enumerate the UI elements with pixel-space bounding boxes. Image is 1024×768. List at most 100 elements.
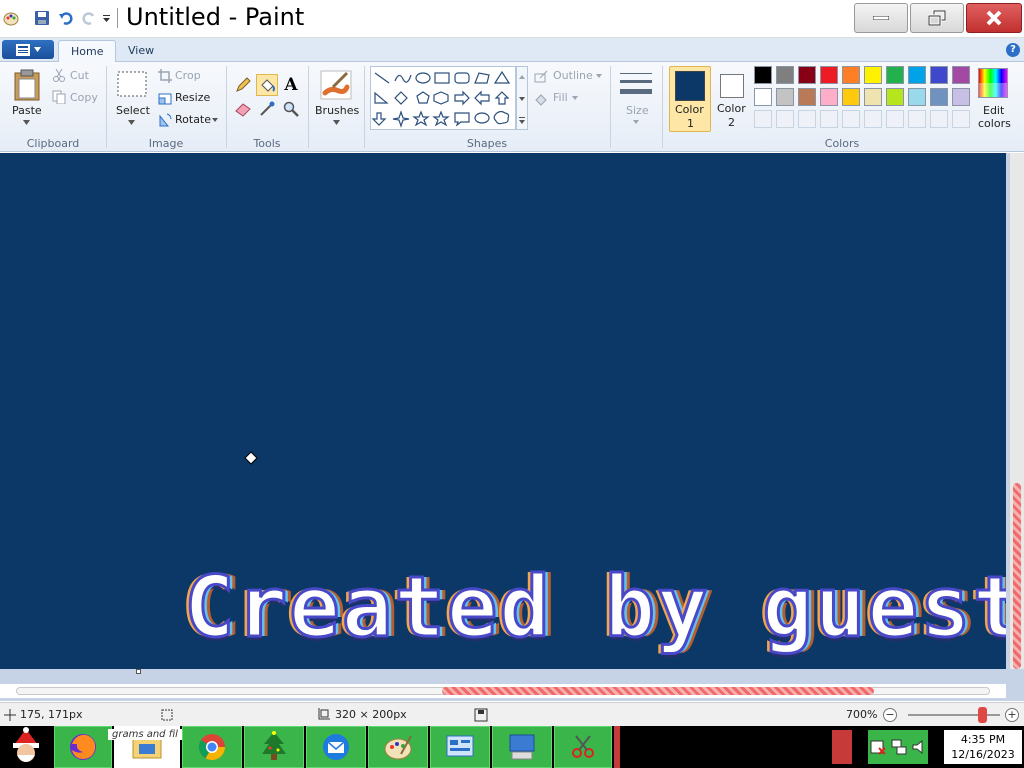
shapes-gallery[interactable] <box>370 66 516 130</box>
paint-app-icon[interactable] <box>2 8 20 28</box>
customize-toolbar-chevron-icon[interactable] <box>100 8 112 28</box>
palette-swatch[interactable] <box>930 88 948 106</box>
text-tool[interactable]: A <box>280 74 302 96</box>
select-chevron-icon[interactable] <box>128 120 135 125</box>
eraser-tool[interactable] <box>232 98 254 120</box>
rotate-chevron-icon[interactable] <box>212 118 218 122</box>
palette-swatch[interactable] <box>908 88 926 106</box>
color-1-selector[interactable]: Color 1 <box>669 66 711 132</box>
edit-colors-button[interactable] <box>978 68 1008 98</box>
system-clock[interactable]: 4:35 PM 12/16/2023 <box>944 730 1022 764</box>
horizontal-scroll-thumb[interactable] <box>442 687 874 695</box>
canvas-resize-handle[interactable] <box>136 669 141 674</box>
palette-empty-swatch[interactable] <box>798 110 816 128</box>
palette-empty-swatch[interactable] <box>952 110 970 128</box>
action-center-icon[interactable] <box>870 739 887 755</box>
palette-swatch[interactable] <box>798 66 816 84</box>
paste-label[interactable]: Paste <box>12 104 42 117</box>
outline-button[interactable]: Outline <box>553 69 593 82</box>
palette-swatch[interactable] <box>820 66 838 84</box>
taskbar-snipping-tool[interactable] <box>554 726 612 768</box>
palette-empty-swatch[interactable] <box>842 110 860 128</box>
taskbar-control-panel[interactable] <box>430 726 490 768</box>
fill-tool[interactable] <box>256 74 278 96</box>
palette-swatch[interactable] <box>776 88 794 106</box>
tab-view[interactable]: View <box>116 40 166 62</box>
taskbar-firefox[interactable] <box>54 726 112 768</box>
rotate-button[interactable]: Rotate <box>175 113 211 126</box>
palette-empty-swatch[interactable] <box>820 110 838 128</box>
restore-button[interactable] <box>910 3 964 33</box>
zoom-slider-thumb[interactable] <box>978 707 987 723</box>
magnifier-tool[interactable] <box>280 98 302 120</box>
palette-swatch[interactable] <box>886 66 904 84</box>
size-button[interactable] <box>618 68 654 102</box>
start-button[interactable] <box>0 726 52 768</box>
drawing-canvas[interactable]: Created by guest40 <box>0 153 1006 669</box>
palette-swatch[interactable] <box>952 66 970 84</box>
copy-button[interactable]: Copy <box>70 91 98 104</box>
color-2-selector[interactable]: Color 2 <box>715 66 749 132</box>
redo-icon[interactable] <box>80 8 98 28</box>
fill-button[interactable]: Fill <box>553 91 568 104</box>
separator <box>610 66 611 148</box>
brushes-chevron-icon[interactable] <box>333 120 340 125</box>
tab-home[interactable]: Home <box>58 40 117 62</box>
paste-button[interactable] <box>12 68 42 102</box>
vertical-scrollbar[interactable] <box>1009 153 1024 669</box>
crop-button[interactable]: Crop <box>175 69 201 82</box>
palette-swatch[interactable] <box>754 88 772 106</box>
minimize-button[interactable] <box>854 3 908 33</box>
palette-empty-swatch[interactable] <box>776 110 794 128</box>
palette-swatch[interactable] <box>820 88 838 106</box>
canvas-workspace: Created by guest40 <box>0 153 1024 701</box>
close-button[interactable] <box>966 3 1022 33</box>
taskbar-thunderbird[interactable] <box>306 726 366 768</box>
select-label[interactable]: Select <box>116 104 150 117</box>
outline-chevron-icon[interactable] <box>596 74 602 78</box>
palette-swatch[interactable] <box>886 88 904 106</box>
zoom-in-button[interactable]: + <box>1005 708 1019 722</box>
size-label[interactable]: Size <box>626 104 649 117</box>
taskbar-chrome[interactable] <box>182 726 242 768</box>
resize-button[interactable]: Resize <box>175 91 210 104</box>
network-icon[interactable] <box>891 739 907 755</box>
palette-empty-swatch[interactable] <box>908 110 926 128</box>
palette-empty-swatch[interactable] <box>886 110 904 128</box>
undo-icon[interactable] <box>56 8 76 28</box>
save-icon[interactable] <box>32 8 52 28</box>
taskbar-paint[interactable] <box>368 726 428 768</box>
palette-swatch[interactable] <box>864 66 882 84</box>
palette-swatch[interactable] <box>864 88 882 106</box>
palette-swatch[interactable] <box>952 88 970 106</box>
palette-swatch[interactable] <box>798 88 816 106</box>
size-chevron-icon[interactable] <box>633 120 639 124</box>
horizontal-scrollbar[interactable] <box>0 684 1006 698</box>
show-hidden-icons[interactable] <box>832 730 852 764</box>
fill-chevron-icon[interactable] <box>572 96 578 100</box>
palette-swatch[interactable] <box>908 66 926 84</box>
vertical-scroll-thumb[interactable] <box>1013 483 1021 669</box>
palette-swatch[interactable] <box>842 66 860 84</box>
taskbar-tree-app[interactable] <box>244 726 304 768</box>
palette-swatch[interactable] <box>776 66 794 84</box>
palette-empty-swatch[interactable] <box>754 110 772 128</box>
palette-swatch[interactable] <box>930 66 948 84</box>
file-menu-button[interactable] <box>2 40 54 59</box>
help-icon[interactable]: ? <box>1006 43 1020 57</box>
brushes-label[interactable]: Brushes <box>315 104 359 117</box>
volume-icon[interactable] <box>912 739 926 755</box>
pencil-tool[interactable] <box>232 74 254 96</box>
palette-swatch[interactable] <box>842 88 860 106</box>
palette-empty-swatch[interactable] <box>864 110 882 128</box>
palette-swatch[interactable] <box>754 66 772 84</box>
select-button[interactable] <box>116 70 148 98</box>
brushes-button[interactable] <box>318 68 354 102</box>
paste-chevron-icon[interactable] <box>23 120 30 125</box>
cut-button[interactable]: Cut <box>70 69 89 82</box>
shapes-scroll[interactable] <box>516 66 528 130</box>
zoom-out-button[interactable]: − <box>883 708 897 722</box>
palette-empty-swatch[interactable] <box>930 110 948 128</box>
color-picker-tool[interactable] <box>256 98 278 120</box>
taskbar-computer[interactable] <box>492 726 552 768</box>
